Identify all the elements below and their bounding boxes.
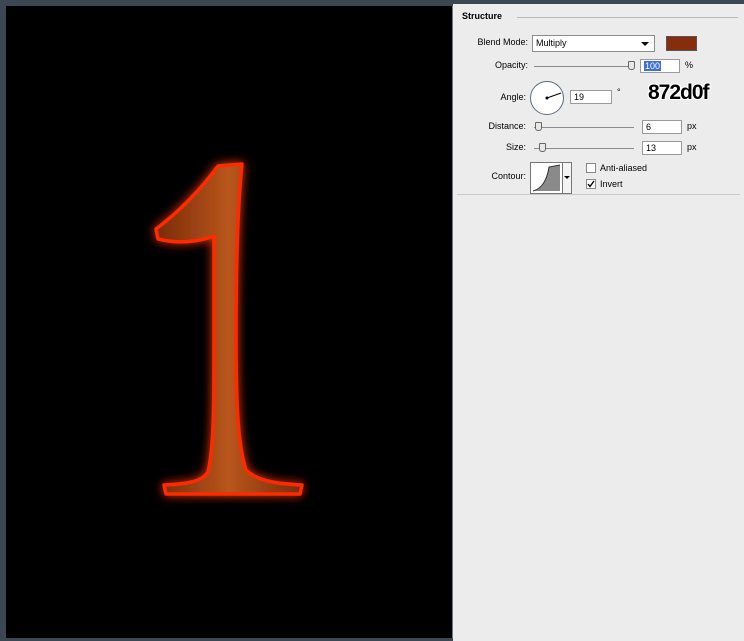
contour-preview[interactable] (530, 162, 563, 194)
size-slider-thumb[interactable] (539, 143, 546, 152)
angle-dial[interactable] (530, 81, 564, 115)
color-hex-annotation: 872d0f (648, 81, 710, 104)
size-value: 13 (646, 143, 657, 153)
anti-aliased-checkbox[interactable] (586, 163, 596, 173)
anti-aliased-label: Anti-aliased (600, 163, 648, 173)
layer-style-panel: Structure Blend Mode: Multiply Opacity: … (453, 4, 744, 641)
section-divider (517, 17, 738, 18)
app-frame: Structure Blend Mode: Multiply Opacity: … (0, 0, 744, 641)
size-unit: px (687, 142, 697, 152)
opacity-value: 100 (644, 61, 662, 71)
opacity-label: Opacity: (494, 60, 528, 70)
opacity-unit: % (685, 60, 694, 70)
opacity-field[interactable]: 100 (640, 59, 680, 73)
distance-slider-track[interactable] (534, 127, 634, 128)
invert-checkbox[interactable] (586, 179, 596, 189)
glowing-digit-one (154, 162, 304, 496)
invert-label: Invert (600, 179, 623, 189)
contour-curve-icon (532, 164, 561, 192)
document-canvas[interactable] (6, 6, 454, 638)
blend-mode-value: Multiply (536, 38, 567, 48)
opacity-slider-thumb[interactable] (628, 61, 635, 70)
angle-label: Angle: (500, 92, 526, 102)
distance-field[interactable]: 6 (642, 120, 682, 134)
section-title: Structure (462, 11, 503, 21)
distance-value: 6 (646, 122, 652, 132)
color-swatch[interactable] (666, 36, 697, 51)
distance-slider-thumb[interactable] (535, 122, 542, 131)
chevron-down-icon (641, 42, 649, 46)
distance-label: Distance: (488, 121, 526, 131)
contour-dropdown-button[interactable] (563, 162, 572, 194)
canvas-artwork (154, 162, 304, 496)
size-slider-track[interactable] (534, 148, 634, 149)
angle-field[interactable]: 19 (570, 90, 612, 104)
distance-unit: px (687, 121, 697, 131)
structure-section: Structure Blend Mode: Multiply Opacity: … (457, 8, 740, 195)
chevron-down-icon (564, 176, 570, 179)
angle-unit: ° (617, 87, 621, 97)
angle-dial-needle-icon (545, 92, 562, 100)
checkmark-icon (587, 180, 595, 188)
contour-label: Contour: (491, 171, 526, 181)
opacity-slider-track[interactable] (534, 66, 634, 67)
size-label: Size: (505, 142, 526, 152)
size-field[interactable]: 13 (642, 141, 682, 155)
blend-mode-select[interactable]: Multiply (532, 35, 655, 52)
blend-mode-label: Blend Mode: (477, 37, 528, 47)
angle-value: 19 (574, 92, 585, 102)
